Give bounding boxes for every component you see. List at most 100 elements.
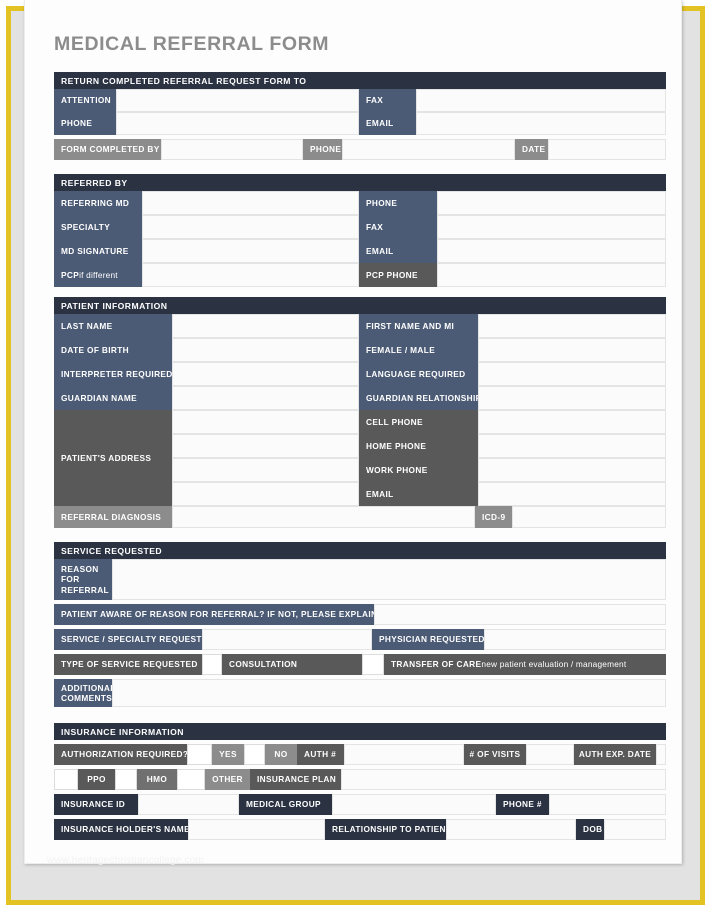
checkbox-other[interactable] bbox=[177, 769, 205, 790]
label-referring-phone: PHONE bbox=[359, 191, 437, 215]
input-address-line-1[interactable] bbox=[172, 410, 359, 434]
input-icd9[interactable] bbox=[512, 506, 666, 528]
input-interpreter-required[interactable] bbox=[172, 362, 359, 386]
label-completed-phone: PHONE bbox=[303, 139, 342, 160]
label-medical-group: MEDICAL GROUP bbox=[239, 794, 332, 815]
input-completed-phone[interactable] bbox=[342, 139, 515, 160]
input-additional-comments[interactable] bbox=[112, 679, 666, 707]
label-yes: YES bbox=[212, 744, 244, 765]
label-relationship-to-patient: RELATIONSHIP TO PATIENT bbox=[325, 819, 446, 840]
checkbox-auth-no[interactable] bbox=[244, 744, 265, 765]
label-work-phone: WORK PHONE bbox=[359, 458, 478, 482]
input-relationship-to-patient[interactable] bbox=[446, 819, 576, 840]
input-referring-email[interactable] bbox=[437, 239, 666, 263]
label-consultation: CONSULTATION bbox=[222, 654, 362, 675]
input-cell-phone[interactable] bbox=[478, 410, 666, 434]
label-cell-phone: CELL PHONE bbox=[359, 410, 478, 434]
input-patient-email[interactable] bbox=[478, 482, 666, 506]
row-md-signature-email: MD SIGNATURE EMAIL bbox=[54, 239, 666, 263]
input-insurance-plan[interactable] bbox=[341, 769, 666, 790]
row-cell-phone: CELL PHONE bbox=[172, 410, 666, 434]
input-number-of-visits[interactable] bbox=[526, 744, 574, 765]
input-service-specialty-requested[interactable] bbox=[202, 629, 372, 650]
label-type-of-service-requested: TYPE OF SERVICE REQUESTED bbox=[54, 654, 202, 675]
label-pcp-bold: PCP bbox=[61, 269, 80, 280]
label-insurance-plan: INSURANCE PLAN bbox=[250, 769, 341, 790]
label-language-required: LANGUAGE REQUIRED bbox=[359, 362, 478, 386]
label-attention: ATTENTION bbox=[54, 89, 116, 112]
input-phone-number[interactable] bbox=[549, 794, 666, 815]
input-dob[interactable] bbox=[604, 819, 666, 840]
row-service-physician-requested: SERVICE / SPECIALTY REQUESTED PHYSICIAN … bbox=[54, 629, 666, 650]
row-authorization: AUTHORIZATION REQUIRED? YES NO AUTH # # … bbox=[54, 744, 666, 765]
input-last-name[interactable] bbox=[172, 314, 359, 338]
input-medical-group[interactable] bbox=[332, 794, 496, 815]
row-interpreter-language: INTERPRETER REQUIRED? LANGUAGE REQUIRED bbox=[54, 362, 666, 386]
row-reason-for-referral: REASON FOR REFERRAL bbox=[54, 559, 666, 600]
row-last-first-name: LAST NAME FIRST NAME AND MI bbox=[54, 314, 666, 338]
section-referred-by: REFERRED BY REFERRING MD PHONE SPECIALTY… bbox=[54, 174, 666, 287]
label-transfer-of-care-note: new patient evaluation / management bbox=[481, 659, 627, 670]
input-referring-phone[interactable] bbox=[437, 191, 666, 215]
label-pcp: PCP if different bbox=[54, 263, 142, 287]
input-date-of-birth[interactable] bbox=[172, 338, 359, 362]
label-transfer-of-care: TRANSFER OF CARE new patient evaluation … bbox=[384, 654, 666, 675]
input-patient-aware[interactable] bbox=[374, 604, 666, 625]
checkbox-transfer-of-care[interactable] bbox=[362, 654, 384, 675]
row-additional-comments: ADDITIONAL COMMENTS bbox=[54, 679, 666, 707]
label-additional-comments: ADDITIONAL COMMENTS bbox=[54, 679, 112, 707]
input-referring-fax[interactable] bbox=[437, 215, 666, 239]
input-email[interactable] bbox=[416, 112, 666, 135]
label-phone-number: PHONE # bbox=[496, 794, 549, 815]
input-md-signature[interactable] bbox=[142, 239, 359, 263]
input-fax[interactable] bbox=[416, 89, 666, 112]
checkbox-hmo[interactable] bbox=[115, 769, 137, 790]
input-referral-diagnosis[interactable] bbox=[172, 506, 475, 528]
input-guardian-relationship[interactable] bbox=[478, 386, 666, 410]
checkbox-auth-yes[interactable] bbox=[187, 744, 212, 765]
input-address-line-2[interactable] bbox=[172, 434, 359, 458]
checkbox-consultation[interactable] bbox=[202, 654, 222, 675]
input-physician-requested[interactable] bbox=[484, 629, 666, 650]
input-pcp-phone[interactable] bbox=[437, 263, 666, 287]
row-specialty-fax: SPECIALTY FAX bbox=[54, 215, 666, 239]
row-attention-fax: ATTENTION FAX bbox=[54, 89, 666, 112]
input-referring-md[interactable] bbox=[142, 191, 359, 215]
input-work-phone[interactable] bbox=[478, 458, 666, 482]
label-phone: PHONE bbox=[54, 112, 116, 135]
label-number-of-visits: # OF VISITS bbox=[464, 744, 526, 765]
label-patient-email: EMAIL bbox=[359, 482, 478, 506]
row-home-phone: HOME PHONE bbox=[172, 434, 666, 458]
row-pcp-pcp-phone: PCP if different PCP PHONE bbox=[54, 263, 666, 287]
input-attention[interactable] bbox=[116, 89, 359, 112]
label-female-male: FEMALE / MALE bbox=[359, 338, 478, 362]
input-address-line-4[interactable] bbox=[172, 482, 359, 506]
label-date: DATE bbox=[515, 139, 548, 160]
input-pcp[interactable] bbox=[142, 263, 359, 287]
input-address-line-3[interactable] bbox=[172, 458, 359, 482]
input-auth-exp-date[interactable] bbox=[656, 744, 666, 765]
section-banner-patient-information: PATIENT INFORMATION bbox=[54, 297, 666, 314]
label-ppo: PPO bbox=[78, 769, 115, 790]
label-dob: DOB bbox=[576, 819, 604, 840]
site-watermark: www.heritagechristiancollege.com bbox=[47, 855, 205, 866]
input-language-required[interactable] bbox=[478, 362, 666, 386]
row-referring-md-phone: REFERRING MD PHONE bbox=[54, 191, 666, 215]
checkbox-ppo[interactable] bbox=[54, 769, 78, 790]
input-first-name-mi[interactable] bbox=[478, 314, 666, 338]
input-form-completed-by[interactable] bbox=[161, 139, 303, 160]
input-insurance-holders-name[interactable] bbox=[188, 819, 325, 840]
input-phone[interactable] bbox=[116, 112, 359, 135]
input-specialty[interactable] bbox=[142, 215, 359, 239]
input-insurance-id[interactable] bbox=[138, 794, 239, 815]
input-reason-for-referral[interactable] bbox=[112, 559, 666, 600]
input-guardian-name[interactable] bbox=[172, 386, 359, 410]
input-auth-number[interactable] bbox=[344, 744, 464, 765]
document-page: MEDICAL REFERRAL FORM RETURN COMPLETED R… bbox=[24, 0, 682, 866]
input-female-male[interactable] bbox=[478, 338, 666, 362]
input-home-phone[interactable] bbox=[478, 434, 666, 458]
label-referral-diagnosis: REFERRAL DIAGNOSIS bbox=[54, 506, 172, 528]
label-insurance-id: INSURANCE ID bbox=[54, 794, 138, 815]
section-banner-service-requested: SERVICE REQUESTED bbox=[54, 542, 666, 559]
input-date[interactable] bbox=[548, 139, 666, 160]
